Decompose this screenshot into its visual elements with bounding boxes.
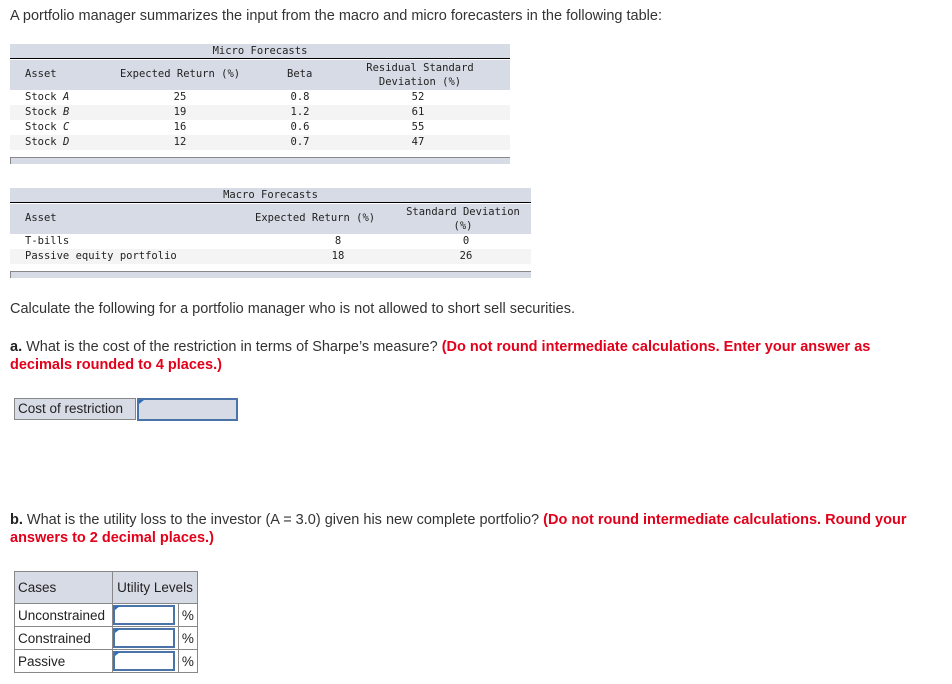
utility-constrained-input[interactable] — [113, 628, 175, 648]
beta: 0.8 — [290, 91, 310, 103]
table-row: Stock B 19 1.2 61 — [10, 105, 510, 120]
header-asset: Asset — [25, 212, 57, 224]
table-row: Stock A 25 0.8 52 — [10, 90, 510, 105]
sd: 26 — [459, 250, 473, 262]
instruction-text: Calculate the following for a portfolio … — [10, 301, 575, 317]
sd: 0 — [462, 235, 470, 247]
macro-header-row: Asset Expected Return (%) Standard Devia… — [10, 204, 531, 234]
intro-text: A portfolio manager summarizes the input… — [10, 8, 662, 24]
residual-sd: 61 — [411, 106, 425, 118]
header-cases: Cases — [14, 571, 113, 604]
micro-header-row: Asset Expected Return (%) Beta Residual … — [10, 60, 510, 90]
asset-name: T-bills — [25, 235, 70, 247]
expected-return: 18 — [331, 250, 345, 262]
beta: 0.6 — [290, 121, 310, 133]
asset-name: Stock C — [25, 121, 70, 133]
header-asset: Asset — [25, 68, 57, 80]
input-marker-icon — [115, 629, 120, 633]
utility-passive-input[interactable] — [113, 651, 175, 671]
expected-return: 16 — [173, 121, 187, 133]
percent-unit: % — [177, 626, 199, 650]
header-sd: Standard Deviation (%) — [406, 206, 520, 232]
header-beta: Beta — [287, 68, 313, 80]
residual-sd: 55 — [411, 121, 425, 133]
expected-return: 12 — [173, 136, 187, 148]
residual-sd: 47 — [411, 136, 425, 148]
utility-unconstrained-input[interactable] — [113, 605, 175, 625]
header-utility-levels: Utility Levels — [112, 571, 198, 604]
cost-of-restriction-input[interactable] — [137, 398, 238, 421]
case-label: Constrained — [14, 626, 113, 650]
asset-name: Passive equity portfolio — [25, 250, 177, 262]
table-footer — [10, 157, 510, 164]
asset-name: Stock A — [25, 91, 70, 103]
part-b-question: b. What is the utility loss to the inves… — [10, 512, 907, 546]
table-row: T-bills 8 0 — [10, 234, 531, 249]
macro-forecasts-table: Macro Forecasts Asset Expected Return (%… — [10, 188, 531, 280]
expected-return: 19 — [173, 106, 187, 118]
expected-return: 8 — [334, 235, 342, 247]
input-marker-icon — [139, 400, 144, 404]
table-row: Stock D 12 0.7 47 — [10, 135, 510, 150]
percent-unit: % — [177, 603, 199, 627]
beta: 1.2 — [290, 106, 310, 118]
case-label: Unconstrained — [14, 603, 113, 627]
case-label: Passive — [14, 649, 113, 673]
header-residual-sd: Residual Standard Deviation (%) — [366, 62, 474, 88]
micro-caption: Micro Forecasts — [10, 44, 510, 59]
residual-sd: 52 — [411, 91, 425, 103]
asset-name: Stock D — [25, 136, 70, 148]
utility-table: Cases Utility Levels Unconstrained % Con… — [14, 571, 199, 673]
table-row: Stock C 16 0.6 55 — [10, 120, 510, 135]
cost-of-restriction-label: Cost of restriction — [14, 398, 136, 420]
header-expected-return: Expected Return (%) — [255, 212, 376, 224]
expected-return: 25 — [173, 91, 187, 103]
table-footer — [10, 271, 531, 278]
beta: 0.7 — [290, 136, 310, 148]
header-expected-return: Expected Return (%) — [120, 68, 241, 80]
percent-unit: % — [177, 649, 199, 673]
table-row: Passive equity portfolio 18 26 — [10, 249, 531, 264]
input-marker-icon — [115, 652, 120, 656]
part-a-question: a. What is the cost of the restriction i… — [10, 339, 871, 373]
input-marker-icon — [115, 606, 120, 610]
micro-forecasts-table: Micro Forecasts Asset Expected Return (%… — [10, 44, 510, 164]
macro-caption: Macro Forecasts — [10, 188, 531, 203]
asset-name: Stock B — [25, 106, 70, 118]
